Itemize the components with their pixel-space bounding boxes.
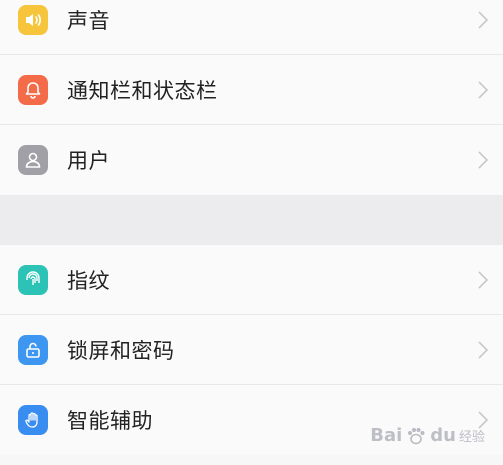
chevron-right-icon	[478, 81, 489, 99]
settings-item-label: 通知栏和状态栏	[67, 79, 218, 103]
chevron-right-icon	[478, 341, 489, 359]
watermark-brand-left: Bai	[370, 425, 403, 446]
settings-group-1: 声音 通知栏和状态栏 用户	[0, 0, 503, 195]
settings-group-2: 指纹 锁屏和密码 智能辅助	[0, 245, 503, 455]
chevron-right-icon	[478, 271, 489, 289]
settings-item-label: 锁屏和密码	[67, 339, 175, 363]
lock-icon	[18, 335, 48, 365]
settings-item-users[interactable]: 用户	[0, 125, 503, 195]
chevron-right-icon	[478, 151, 489, 169]
section-separator	[0, 195, 503, 245]
settings-item-lockscreen-password[interactable]: 锁屏和密码	[0, 315, 503, 385]
settings-item-label: 指纹	[67, 269, 110, 293]
hand-icon	[18, 405, 48, 435]
settings-item-notification-statusbar[interactable]: 通知栏和状态栏	[0, 55, 503, 125]
settings-item-label: 用户	[67, 149, 110, 173]
bell-icon	[18, 75, 48, 105]
settings-item-sound[interactable]: 声音	[0, 0, 503, 55]
settings-screen: 声音 通知栏和状态栏 用户 指纹 锁屏和密码 智能辅助 Bai du 经验	[0, 0, 503, 455]
settings-item-fingerprint[interactable]: 指纹	[0, 245, 503, 315]
speaker-icon	[18, 5, 48, 35]
user-icon	[18, 145, 48, 175]
paw-icon	[408, 427, 425, 444]
settings-item-label: 智能辅助	[67, 409, 153, 433]
watermark-sub: 经验	[458, 430, 485, 445]
chevron-right-icon	[478, 11, 489, 29]
fingerprint-icon	[18, 265, 48, 295]
baidu-watermark: Bai du 经验	[370, 425, 485, 446]
watermark-brand-right: du	[430, 425, 456, 446]
settings-item-label: 声音	[67, 9, 110, 33]
